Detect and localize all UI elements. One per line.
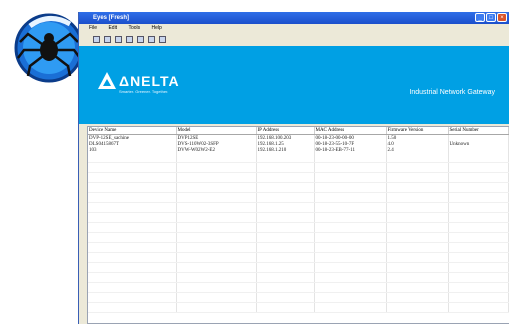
table-row [88, 162, 509, 173]
table-row [88, 272, 509, 283]
brand-tagline: Smarter. Greener. Together. [119, 89, 169, 94]
toolbar [79, 33, 509, 45]
new-icon[interactable] [93, 35, 100, 43]
table-row [88, 172, 509, 183]
table-row [88, 182, 509, 193]
menu-bar: File Edit Tools Help [79, 24, 509, 33]
column-header[interactable]: Model [176, 127, 257, 135]
close-button[interactable]: × [497, 13, 507, 22]
table-row [88, 292, 509, 303]
table-row [88, 242, 509, 253]
table-header-row: Device Name Model IP Address MAC Address… [88, 127, 509, 135]
table-row [88, 202, 509, 213]
column-header[interactable]: MAC Address [314, 127, 387, 135]
search-icon[interactable] [104, 35, 111, 43]
column-header[interactable]: Firmware Version [386, 127, 449, 135]
column-header[interactable]: Serial Number [448, 127, 509, 135]
table-row [88, 153, 509, 163]
column-header[interactable]: IP Address [256, 127, 315, 135]
device-list[interactable]: Device Name Model IP Address MAC Address… [87, 126, 509, 324]
menu-file[interactable]: File [89, 25, 97, 31]
table-row [88, 282, 509, 293]
delta-triangle-icon [98, 72, 116, 89]
product-title: Industrial Network Gateway [409, 89, 495, 96]
title-bar[interactable]: Eyes [Fresh] _ □ × [79, 12, 509, 24]
table-row [88, 302, 509, 313]
table-row [88, 222, 509, 233]
table-row [88, 262, 509, 273]
brand-banner: ΔNELTA Smarter. Greener. Together. Indus… [79, 46, 509, 124]
menu-help[interactable]: Help [152, 25, 162, 31]
maximize-button[interactable]: □ [486, 13, 496, 22]
table-row [88, 232, 509, 243]
brand-name: ΔNELTA [119, 73, 180, 89]
app-spider-logo-icon [14, 13, 84, 83]
table-row [88, 192, 509, 203]
refresh-icon[interactable] [115, 35, 122, 43]
table-row [88, 252, 509, 263]
minimize-button[interactable]: _ [475, 13, 485, 22]
table-row [88, 212, 509, 223]
menu-edit[interactable]: Edit [108, 25, 117, 31]
settings-icon[interactable] [126, 35, 133, 43]
add-icon[interactable] [148, 35, 155, 43]
network-icon[interactable] [137, 35, 144, 43]
menu-tools[interactable]: Tools [128, 25, 140, 31]
help-icon[interactable] [159, 35, 166, 43]
device-table: Device Name Model IP Address MAC Address… [88, 127, 509, 313]
column-header[interactable]: Device Name [88, 127, 177, 135]
application-window: Eyes [Fresh] _ □ × File Edit Tools Help … [78, 12, 509, 324]
window-title: Eyes [Fresh] [93, 15, 130, 21]
